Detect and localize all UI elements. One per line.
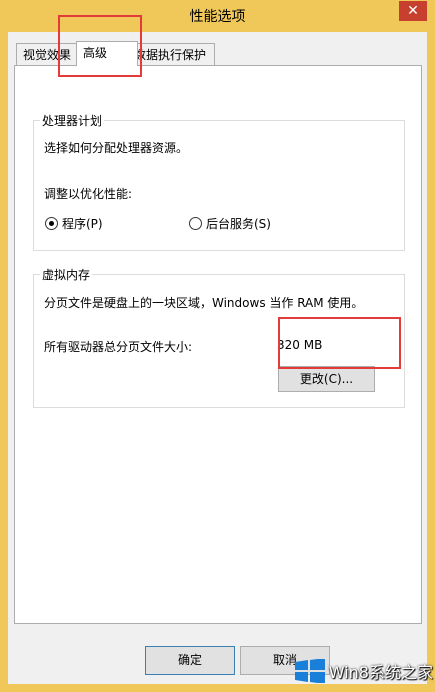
total-paging-file-label: 所有驱动器总分页文件大小: — [44, 340, 193, 354]
tab-advanced[interactable]: 高级 — [76, 41, 138, 66]
tab-visual-effects[interactable]: 视觉效果 — [16, 43, 84, 66]
virtual-memory-title: 虚拟内存 — [40, 266, 93, 283]
background-services-radio[interactable] — [189, 217, 202, 230]
processor-scheduling-group: 处理器计划 选择如何分配处理器资源。 调整以优化性能: 程序(P) 后台服务(S… — [33, 112, 405, 251]
tab-data-execution-prevention[interactable]: 数据执行保护 — [127, 43, 215, 66]
dialog-client-area: 视觉效果 高级 数据执行保护 处理器计划 选择如何分配处理器资源。 调整以优化性… — [8, 32, 427, 684]
optimize-label: 调整以优化性能: — [44, 187, 133, 201]
performance-options-window: 性能选项 ✕ 视觉效果 高级 数据执行保护 处理器计划 选择如何分配处理器资源。… — [0, 0, 435, 692]
total-paging-file-value: 320 MB — [277, 338, 323, 352]
site-watermark: Win8系统之家 — [294, 656, 433, 686]
close-button[interactable]: ✕ — [399, 1, 427, 21]
background-services-radio-label[interactable]: 后台服务(S) — [206, 215, 271, 232]
windows-logo-icon — [294, 659, 325, 683]
virtual-memory-description: 分页文件是硬盘上的一块区域，Windows 当作 RAM 使用。 — [44, 296, 364, 310]
window-title: 性能选项 — [189, 9, 246, 25]
ok-button[interactable]: 确定 — [145, 646, 235, 675]
programs-radio[interactable] — [45, 217, 58, 230]
watermark-text: Win8系统之家 — [328, 663, 433, 682]
processor-description: 选择如何分配处理器资源。 — [44, 141, 189, 155]
title-bar: 性能选项 ✕ — [0, 0, 435, 32]
processor-scheduling-title: 处理器计划 — [40, 112, 105, 129]
advanced-tab-panel: 处理器计划 选择如何分配处理器资源。 调整以优化性能: 程序(P) 后台服务(S… — [14, 65, 422, 624]
virtual-memory-group: 虚拟内存 分页文件是硬盘上的一块区域，Windows 当作 RAM 使用。 所有… — [33, 266, 405, 408]
change-virtual-memory-button[interactable]: 更改(C)... — [278, 366, 375, 392]
programs-radio-label[interactable]: 程序(P) — [62, 215, 103, 232]
